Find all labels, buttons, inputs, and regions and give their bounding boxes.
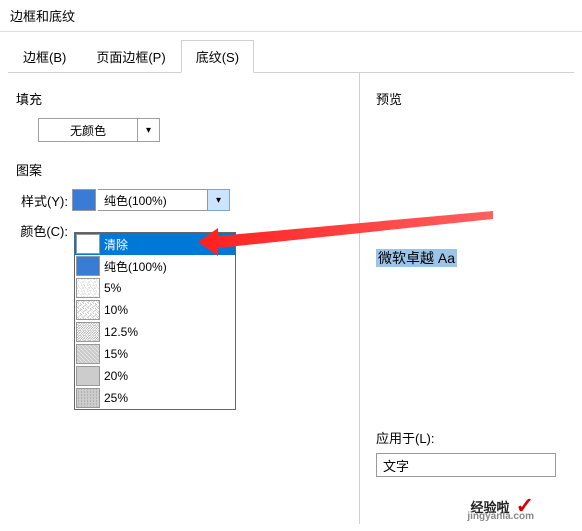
style-option[interactable]: 12.5% [75,321,235,343]
apply-select-value: 文字 [383,456,409,475]
style-option-label: 20% [104,369,128,383]
style-dropdown-arrow[interactable]: ▾ [208,189,230,211]
style-dropdown-list: 清除纯色(100%) 5% 10% 12.5% 15% 20% 25% [74,232,236,410]
style-option[interactable]: 纯色(100%) [75,255,235,277]
style-option[interactable]: 15% [75,343,235,365]
apply-label: 应用于(L): [376,428,582,447]
style-option-label: 清除 [104,236,128,253]
style-option-swatch [76,366,100,386]
style-option[interactable]: 清除 [75,233,235,255]
tab-shading-label: 底纹(S) [196,50,239,65]
apply-select[interactable]: 文字 [376,453,556,477]
pattern-section-label: 图案 [16,160,343,179]
preview-sample-text: 微软卓越 Aa [376,249,457,267]
preview-area: 微软卓越 Aa [376,248,582,268]
tab-shading[interactable]: 底纹(S) [181,40,254,73]
style-option-swatch [76,256,100,276]
style-option-label: 15% [104,347,128,361]
style-option-swatch [76,234,100,254]
style-option[interactable]: 25% [75,387,235,409]
style-swatch [72,189,96,211]
style-label: 样式(Y): [16,191,72,210]
chevron-down-icon: ▾ [146,125,151,136]
dialog-title: 边框和底纹 [0,0,582,32]
style-option-label: 5% [104,281,121,295]
style-select[interactable]: 纯色(100%) [98,189,208,211]
style-option-swatch [76,344,100,364]
watermark: 经验啦 ✓ jingyanla.com [471,493,534,519]
fill-color-value: 无颜色 [70,122,106,139]
style-option-label: 12.5% [104,325,138,339]
style-option-swatch [76,388,100,408]
tab-border[interactable]: 边框(B) [8,40,81,73]
tabs: 边框(B) 页面边框(P) 底纹(S) [8,40,574,73]
style-select-value: 纯色(100%) [104,192,167,209]
style-option[interactable]: 5% [75,277,235,299]
watermark-url: jingyanla.com [467,511,534,522]
style-option-swatch [76,322,100,342]
chevron-down-icon: ▾ [216,195,221,206]
fill-color-select[interactable]: 无颜色 [38,118,138,142]
fill-section-label: 填充 [16,89,343,108]
fill-color-dropdown-arrow[interactable]: ▾ [138,118,160,142]
preview-label: 预览 [376,89,582,108]
right-panel: 预览 微软卓越 Aa 应用于(L): 文字 [360,73,582,524]
tab-page-border[interactable]: 页面边框(P) [81,40,180,73]
style-option-label: 25% [104,391,128,405]
tab-page-border-label: 页面边框(P) [96,50,165,65]
style-option-label: 10% [104,303,128,317]
color-label: 颜色(C): [16,221,72,240]
style-option[interactable]: 10% [75,299,235,321]
style-option-label: 纯色(100%) [104,258,167,275]
style-option-swatch [76,278,100,298]
tab-border-label: 边框(B) [23,50,66,65]
style-option-swatch [76,300,100,320]
style-option[interactable]: 20% [75,365,235,387]
